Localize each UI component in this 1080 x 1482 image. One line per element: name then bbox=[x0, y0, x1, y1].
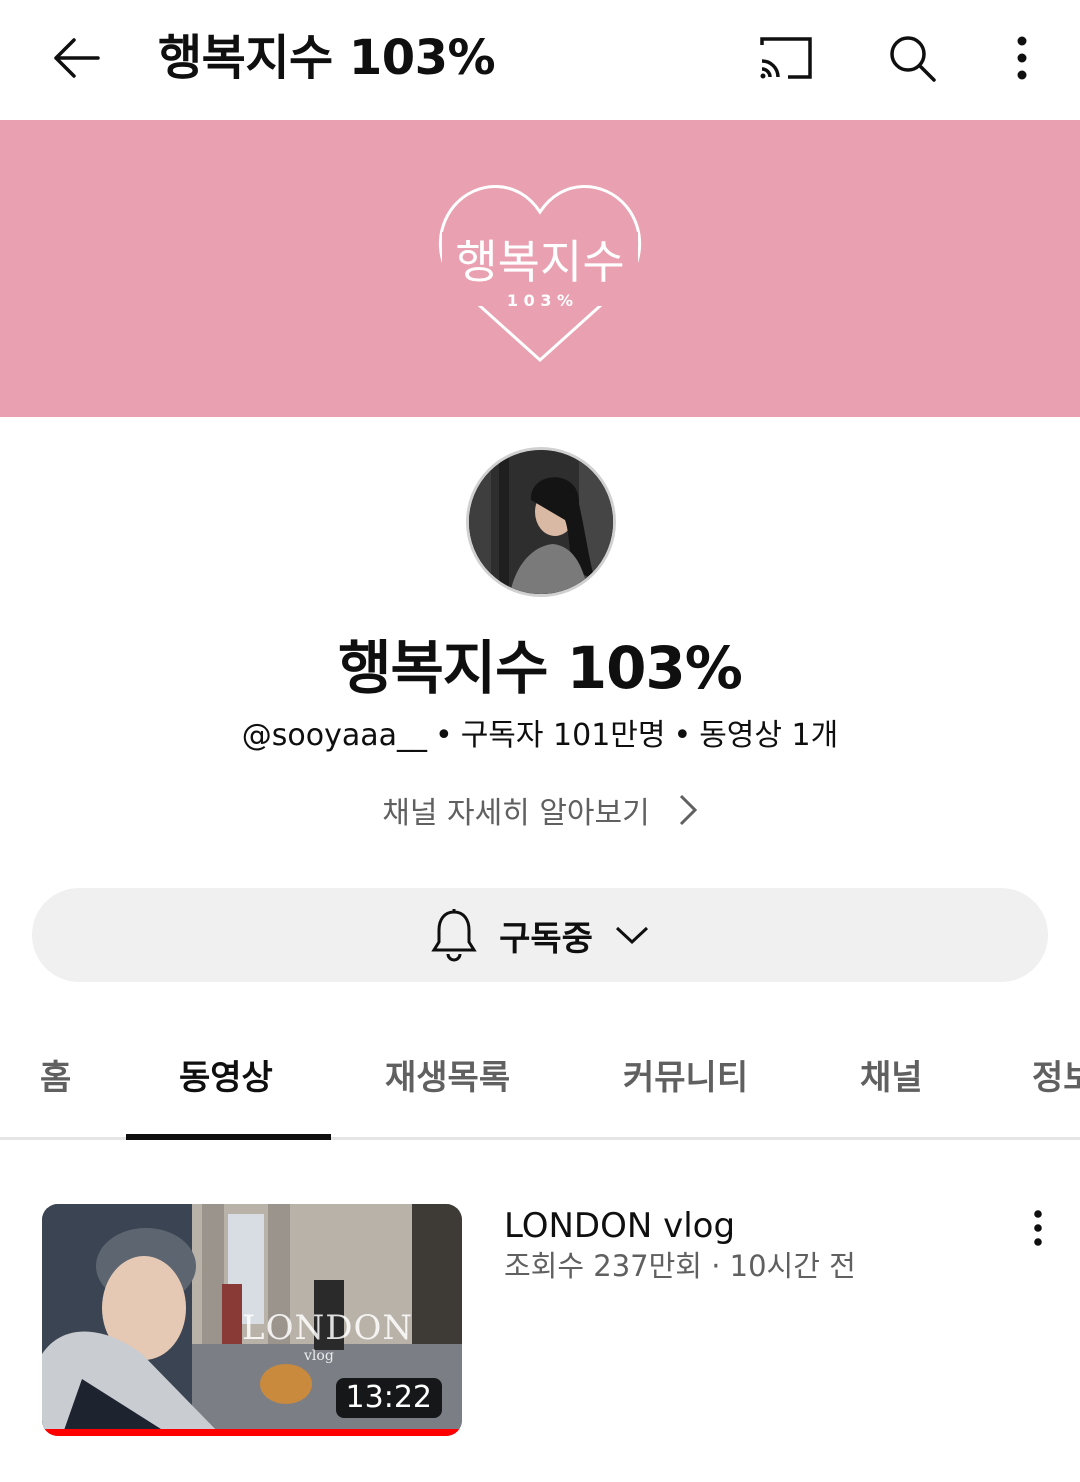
search-icon bbox=[890, 36, 936, 82]
tab-home[interactable]: 홈 bbox=[40, 1052, 71, 1104]
thumbnail-overlay-text: LONDON bbox=[242, 1308, 414, 1348]
back-button[interactable] bbox=[44, 26, 108, 90]
video-count: 동영상 1개 bbox=[699, 718, 839, 753]
more-vert-icon bbox=[1034, 1210, 1042, 1246]
channel-banner: 행복지수 1 0 3 % bbox=[0, 120, 1080, 417]
tab-channels[interactable]: 채널 bbox=[860, 1052, 923, 1104]
tab-community[interactable]: 커뮤니티 bbox=[623, 1052, 748, 1104]
tab-about[interactable]: 정보 bbox=[1032, 1052, 1080, 1104]
channel-tabs: 홈 동영상 재생목록 커뮤니티 채널 정보 bbox=[0, 1030, 1080, 1140]
app-bar-title: 행복지수 103% bbox=[158, 30, 496, 86]
video-meta: 조회수 237만회 · 10시간 전 bbox=[504, 1249, 856, 1283]
bell-icon bbox=[431, 909, 477, 962]
video-duration: 13:22 bbox=[335, 1378, 442, 1418]
channel-avatar[interactable] bbox=[466, 447, 616, 597]
thumbnail-overlay-subtext: vlog bbox=[304, 1348, 334, 1364]
subscribed-button[interactable]: 구독중 bbox=[32, 888, 1048, 982]
channel-name: 행복지수 103% bbox=[338, 634, 743, 702]
app-bar: 행복지수 103% bbox=[0, 0, 1080, 118]
subscribed-label: 구독중 bbox=[499, 918, 593, 959]
banner-logo: 행복지수 1 0 3 % bbox=[439, 185, 641, 363]
chevron-down-icon bbox=[615, 926, 648, 945]
channel-more-info-link[interactable]: 채널 자세히 알아보기 bbox=[370, 786, 710, 834]
avatar-image bbox=[469, 450, 613, 594]
video-title[interactable]: LONDON vlog bbox=[504, 1204, 735, 1248]
chevron-right-icon bbox=[679, 794, 697, 826]
cast-icon bbox=[760, 37, 812, 79]
subscriber-count: 구독자 101만명 bbox=[460, 718, 666, 753]
channel-handle: @sooyaaa__ bbox=[241, 718, 427, 753]
cast-button[interactable] bbox=[752, 26, 818, 90]
more-info-label: 채널 자세히 알아보기 bbox=[382, 796, 650, 831]
more-vert-icon bbox=[1017, 36, 1027, 80]
video-thumbnail[interactable]: LONDON vlog 13:22 bbox=[42, 1204, 462, 1436]
meta-separator: • bbox=[435, 718, 453, 753]
more-options-button[interactable] bbox=[992, 26, 1052, 90]
tab-videos[interactable]: 동영상 bbox=[179, 1052, 273, 1104]
tab-playlists[interactable]: 재생목록 bbox=[385, 1052, 510, 1104]
banner-logo-text: 행복지수 bbox=[455, 235, 624, 289]
channel-meta: @sooyaaa__ • 구독자 101만명 • 동영상 1개 bbox=[0, 714, 1080, 758]
active-tab-indicator bbox=[126, 1134, 331, 1140]
meta-separator: • bbox=[673, 718, 692, 753]
watch-progress-bar bbox=[42, 1429, 462, 1436]
banner-logo-subtext: 1 0 3 % bbox=[507, 291, 573, 310]
search-button[interactable] bbox=[880, 26, 944, 90]
video-options-button[interactable] bbox=[1016, 1206, 1060, 1250]
back-arrow-icon bbox=[54, 38, 100, 78]
